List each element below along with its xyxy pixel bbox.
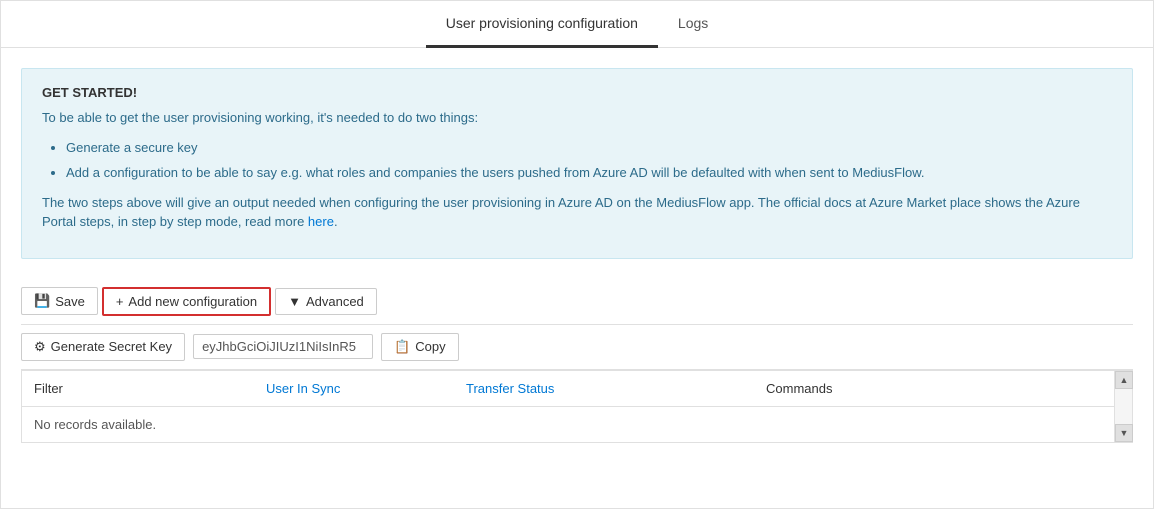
bullet-2: Add a configuration to be able to say e.… [66, 163, 1112, 183]
column-commands: Commands [754, 371, 1094, 406]
secret-key-row: ⚙ Generate Secret Key 📋 Copy [21, 325, 1133, 370]
advanced-label: Advanced [306, 294, 364, 309]
main-content: GET STARTED! To be able to get the user … [1, 48, 1153, 508]
get-started-label: GET STARTED! [42, 85, 1112, 100]
toolbar: 💾 Save + Add new configuration ▼ Advance… [21, 279, 1133, 325]
info-box: GET STARTED! To be able to get the user … [21, 68, 1133, 259]
table-container: Filter User In Sync Transfer Status Comm… [21, 370, 1133, 443]
scrollbar: ▲ ▼ [1114, 371, 1132, 442]
column-filter: Filter [22, 371, 254, 406]
save-button[interactable]: 💾 Save [21, 287, 98, 315]
save-label: Save [55, 294, 85, 309]
scroll-up-button[interactable]: ▲ [1115, 371, 1133, 389]
page-container: User provisioning configuration Logs GET… [0, 0, 1154, 509]
tab-logs[interactable]: Logs [658, 1, 728, 48]
copy-button[interactable]: 📋 Copy [381, 333, 459, 361]
secret-key-input[interactable] [193, 334, 373, 359]
info-footer-end: . [334, 214, 338, 229]
table-body: No records available. [22, 407, 1114, 442]
advanced-button[interactable]: ▼ Advanced [275, 288, 377, 315]
scrollbar-track[interactable] [1115, 389, 1132, 424]
gear-icon: ⚙ [34, 339, 46, 355]
info-bullets: Generate a secure key Add a configuratio… [42, 138, 1112, 183]
table-content: Filter User In Sync Transfer Status Comm… [22, 371, 1114, 442]
triangle-icon: ▼ [288, 294, 301, 309]
column-transfer-status: Transfer Status [454, 371, 754, 406]
save-icon: 💾 [34, 293, 50, 309]
tab-bar: User provisioning configuration Logs [1, 1, 1153, 48]
copy-label: Copy [415, 339, 445, 354]
no-records-message: No records available. [34, 417, 156, 432]
info-intro: To be able to get the user provisioning … [42, 108, 1112, 128]
generate-secret-key-button[interactable]: ⚙ Generate Secret Key [21, 333, 185, 361]
scrollbar-area: Filter User In Sync Transfer Status Comm… [22, 371, 1132, 442]
column-user-in-sync: User In Sync [254, 371, 454, 406]
info-footer-text: The two steps above will give an output … [42, 195, 1080, 230]
generate-key-label: Generate Secret Key [51, 339, 172, 354]
table-header: Filter User In Sync Transfer Status Comm… [22, 371, 1114, 407]
add-new-configuration-button[interactable]: + Add new configuration [102, 287, 271, 316]
here-link[interactable]: here [308, 214, 334, 229]
bullet-1: Generate a secure key [66, 138, 1112, 158]
scroll-down-button[interactable]: ▼ [1115, 424, 1133, 442]
plus-icon: + [116, 294, 124, 309]
info-footer: The two steps above will give an output … [42, 193, 1112, 232]
tab-provisioning[interactable]: User provisioning configuration [426, 1, 658, 48]
copy-icon: 📋 [394, 339, 410, 355]
add-new-label: Add new configuration [128, 294, 257, 309]
